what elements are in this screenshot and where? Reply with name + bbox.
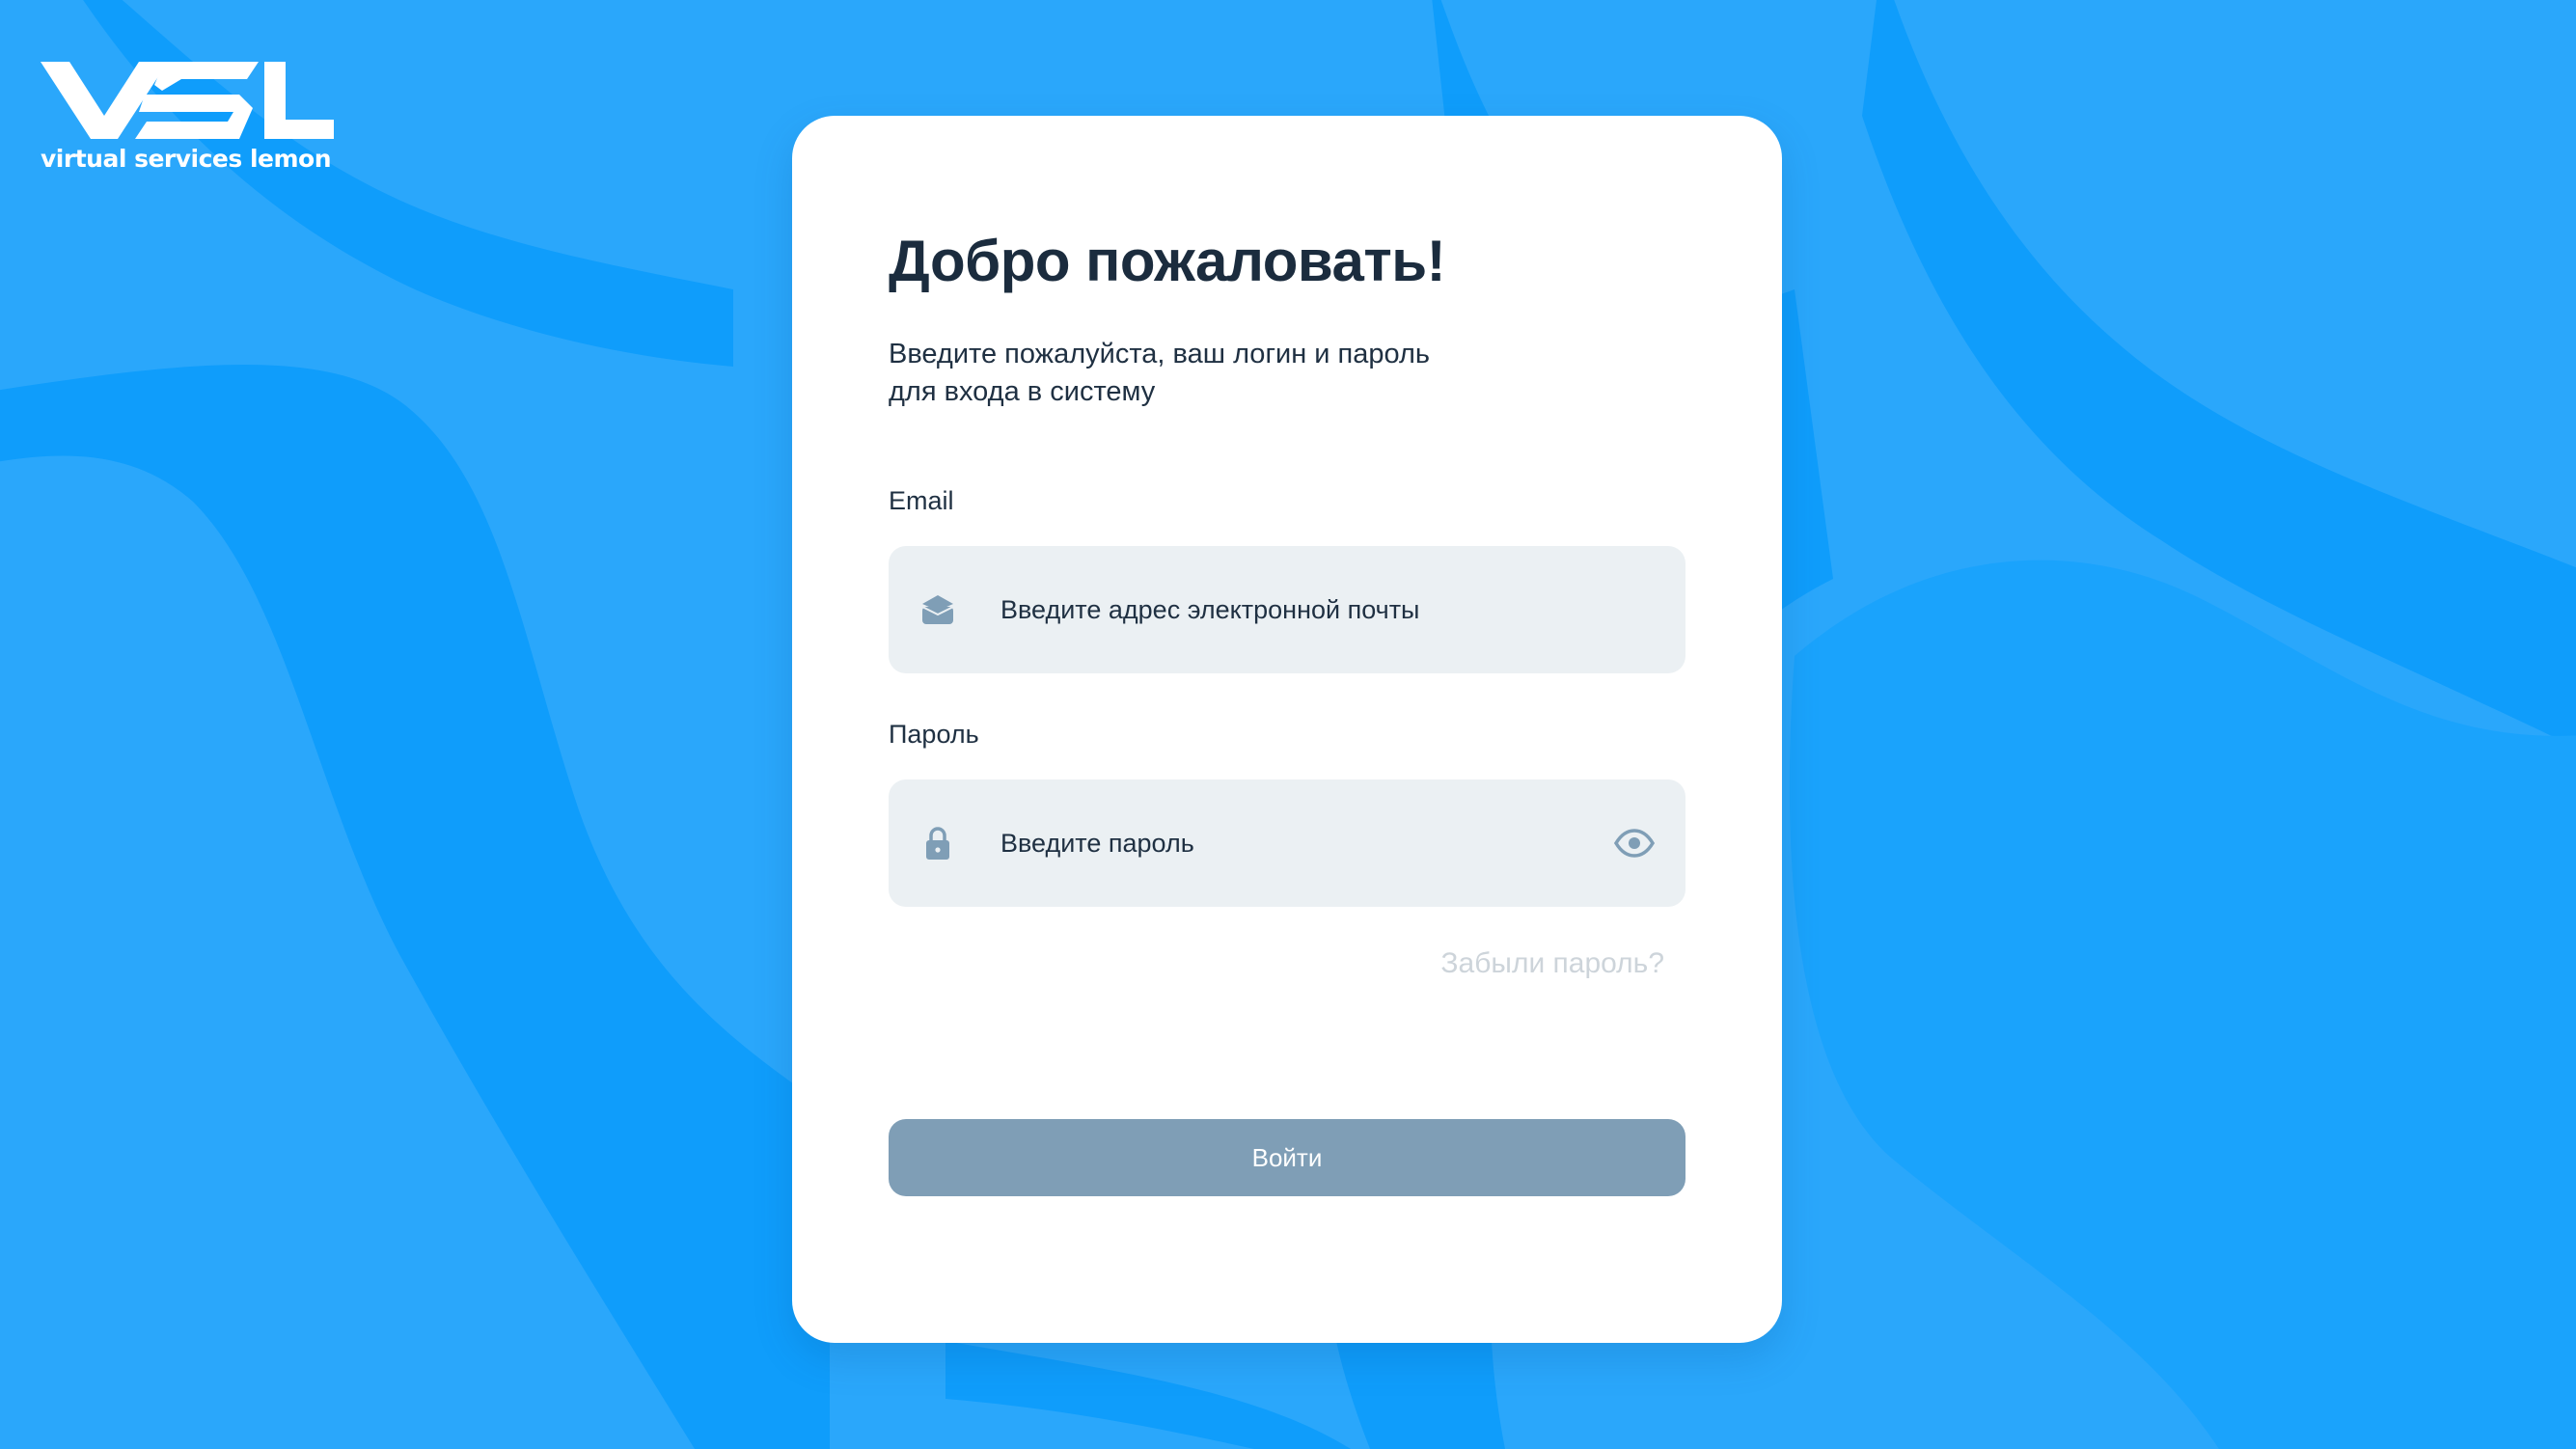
email-field[interactable]	[889, 546, 1685, 673]
login-button[interactable]: Войти	[889, 1119, 1685, 1196]
password-label: Пароль	[889, 720, 979, 749]
password-input[interactable]	[1000, 779, 1579, 907]
login-card: Добро пожаловать! Введите пожалуйста, ва…	[792, 116, 1782, 1343]
vsl-logo-icon	[41, 62, 334, 139]
login-subtitle: Введите пожалуйста, ваш логин и пароль д…	[889, 336, 1564, 411]
forgot-password-link[interactable]: Забыли пароль?	[1440, 947, 1664, 980]
page-title: Добро пожаловать!	[889, 229, 1446, 293]
eye-icon[interactable]	[1614, 829, 1655, 858]
brand-caption: virtual services lemon	[41, 145, 332, 173]
email-input[interactable]	[1000, 546, 1579, 673]
password-field[interactable]	[889, 779, 1685, 907]
mail-icon	[921, 595, 954, 624]
subtitle-line-1: Введите пожалуйста, ваш логин и пароль	[889, 339, 1431, 369]
lock-icon	[926, 827, 949, 860]
email-label: Email	[889, 486, 954, 515]
subtitle-line-2: для входа в систему	[889, 376, 1156, 407]
brand-logo: virtual services lemon	[41, 56, 334, 181]
